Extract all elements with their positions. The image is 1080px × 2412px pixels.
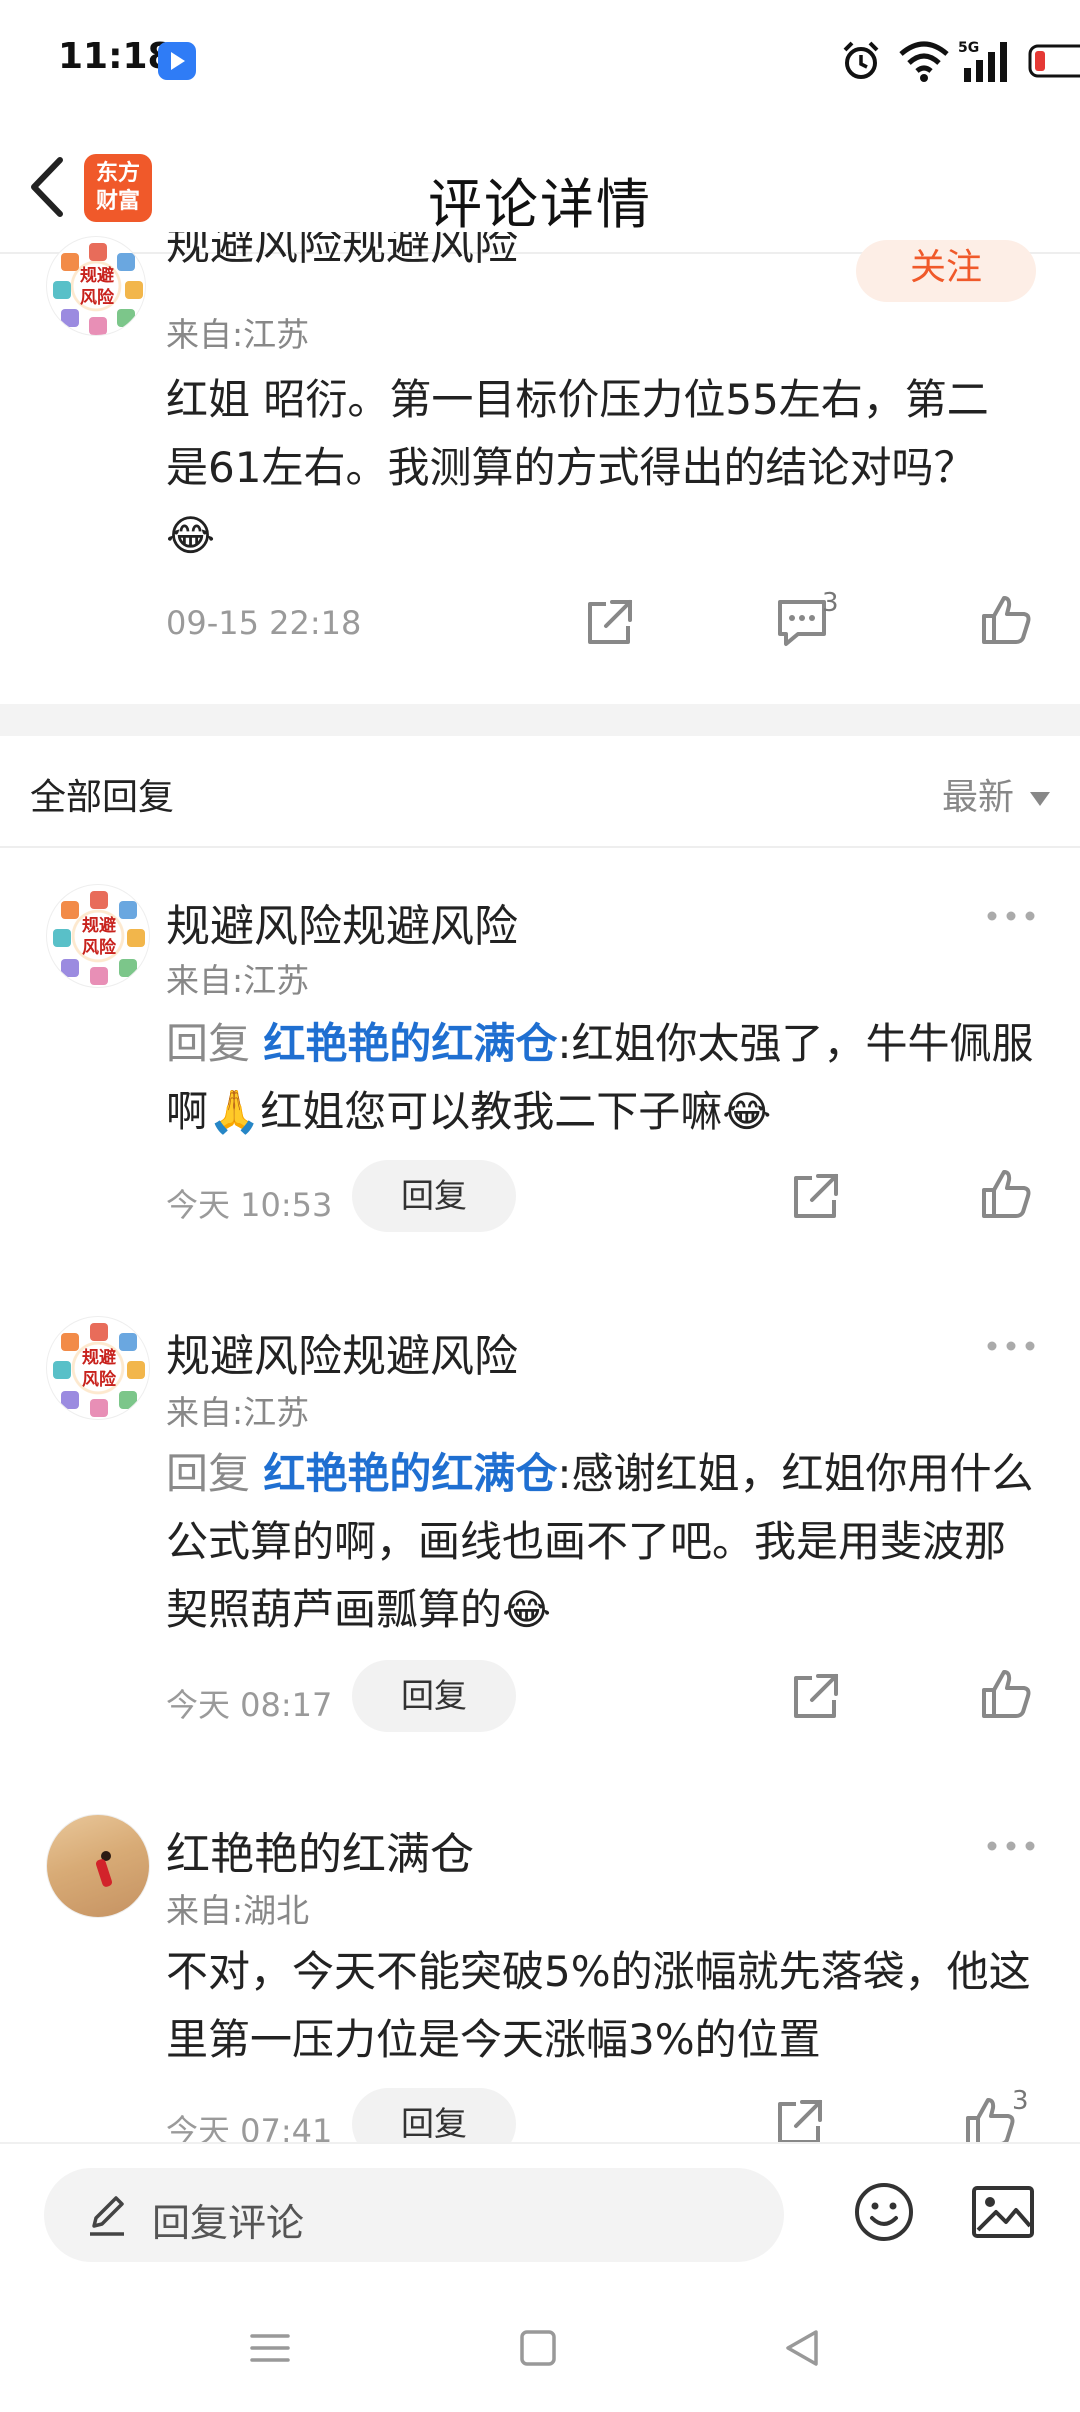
reply-bar: 回复评论	[0, 2142, 1080, 2282]
location: 来自:湖北	[166, 1891, 310, 1930]
thumbs-up-icon	[966, 2098, 1015, 2142]
share-button[interactable]	[770, 2092, 830, 2142]
reply-button[interactable]: 回复	[352, 2088, 516, 2142]
like-button[interactable]	[960, 2092, 1020, 2142]
pencil-icon	[90, 2196, 124, 2236]
more-options-icon[interactable]	[986, 1836, 1036, 1856]
reply-item: 红艳艳的红满仓 来自:湖北 不对，今天不能突破5%的涨幅就先落袋，他这里第一压力…	[0, 0, 1080, 2142]
avatar[interactable]	[46, 1814, 150, 1918]
menu-icon[interactable]	[240, 2318, 300, 2378]
home-icon[interactable]	[508, 2318, 568, 2378]
system-nav-bar	[0, 2282, 1080, 2412]
reply-placeholder: 回复评论	[152, 2201, 305, 2245]
reply-time: 今天 07:41	[166, 2112, 333, 2142]
like-count: 3	[1012, 2086, 1029, 2116]
username[interactable]: 红艳艳的红满仓	[166, 1818, 474, 1882]
back-nav-icon[interactable]	[772, 2318, 832, 2378]
image-icon[interactable]	[970, 2184, 1036, 2240]
emoji-icon[interactable]	[852, 2180, 916, 2244]
reply-text: 不对，今天不能突破5%的涨幅就先落袋，他这里第一压力位是今天涨幅3%的位置	[166, 1947, 1031, 2064]
share-icon	[778, 2100, 822, 2142]
reply-input[interactable]: 回复评论	[44, 2168, 784, 2262]
